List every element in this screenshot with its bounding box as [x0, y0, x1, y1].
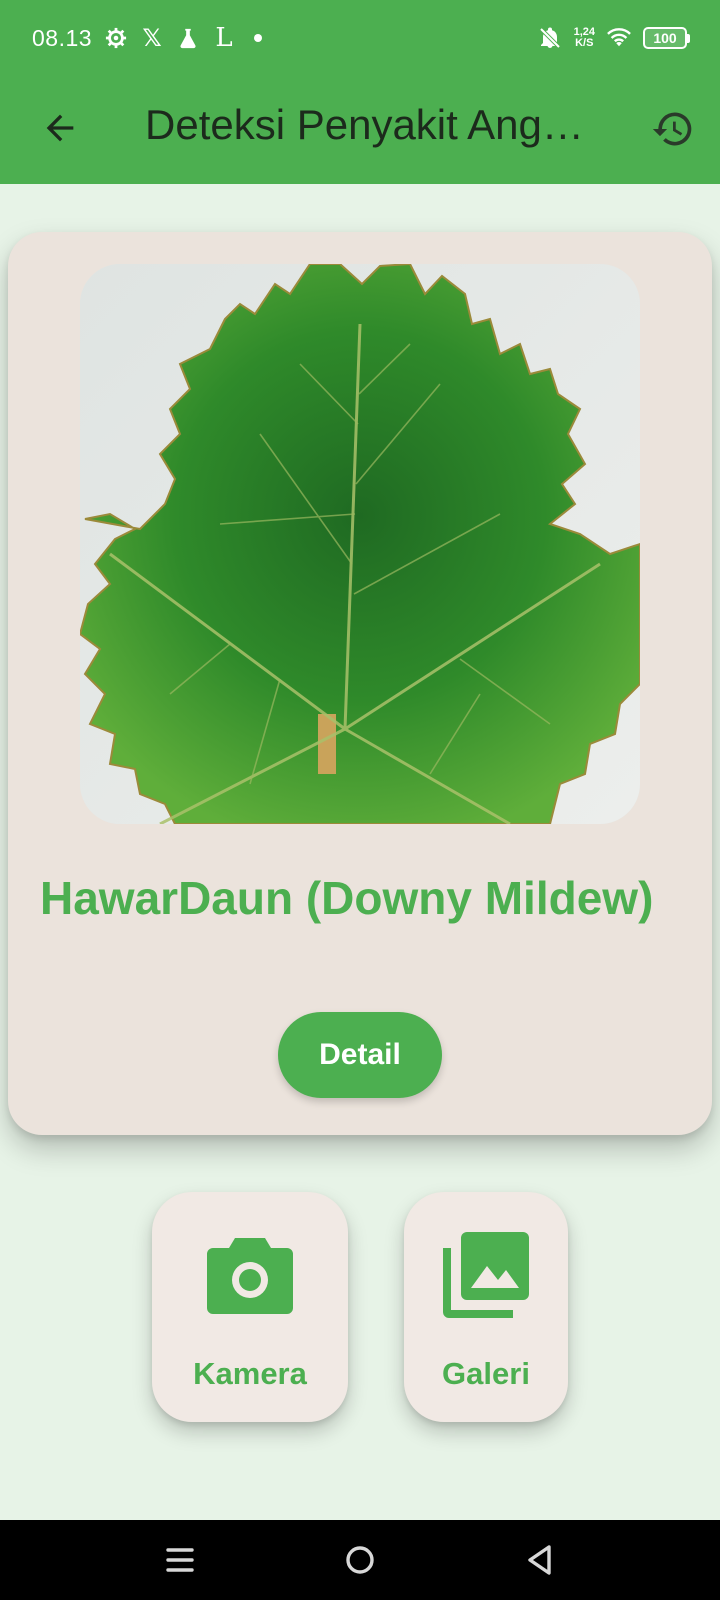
status-right: 1,24 K/S 100: [538, 26, 690, 50]
dot-icon: [254, 34, 263, 42]
battery-level: 100: [643, 27, 687, 49]
recent-apps-button[interactable]: [154, 1534, 206, 1586]
home-button[interactable]: [334, 1534, 386, 1586]
back-button[interactable]: [36, 104, 84, 152]
system-nav-bar: [0, 1520, 720, 1600]
x-logo-icon: 𝕏: [142, 24, 162, 52]
settings-gear-icon: [104, 26, 128, 50]
camera-icon: [205, 1230, 295, 1320]
net-speed-unit: K/S: [575, 37, 594, 49]
page-title: Deteksi Penyakit Ang…: [145, 101, 584, 148]
status-left: 08.13 𝕏 L: [32, 23, 263, 53]
menu-icon: [166, 1548, 194, 1572]
history-button[interactable]: [648, 104, 698, 154]
camera-button[interactable]: Kamera: [152, 1192, 348, 1422]
letter-l-icon: L: [215, 23, 233, 53]
gallery-icon: [441, 1230, 531, 1320]
gallery-label: Galeri: [442, 1356, 530, 1391]
status-bar: 08.13 𝕏 L 1,24 K/S 100: [0, 0, 720, 76]
battery-tip: [687, 33, 690, 43]
leaf-photo: [80, 264, 640, 824]
lab-flask-icon: [176, 26, 200, 50]
disease-name: HawarDaun (Downy Mildew): [40, 872, 654, 924]
detail-button[interactable]: Detail: [278, 1012, 442, 1098]
gallery-button[interactable]: Galeri: [404, 1192, 568, 1422]
net-speed: 1,24 K/S: [574, 27, 595, 49]
camera-label: Kamera: [193, 1356, 307, 1391]
history-icon: [652, 112, 692, 146]
result-card: HawarDaun (Downy Mildew) Detail: [8, 232, 712, 1135]
wifi-icon: [607, 26, 631, 50]
arrow-back-icon: [46, 114, 74, 142]
system-back-button[interactable]: [514, 1534, 566, 1586]
back-triangle-icon: [528, 1545, 551, 1575]
app-bar: Deteksi Penyakit Ang…: [0, 76, 720, 184]
notifications-off-icon: [538, 26, 562, 50]
status-time: 08.13: [32, 24, 93, 51]
battery-indicator: 100: [643, 27, 690, 49]
home-circle-icon: [346, 1546, 374, 1574]
